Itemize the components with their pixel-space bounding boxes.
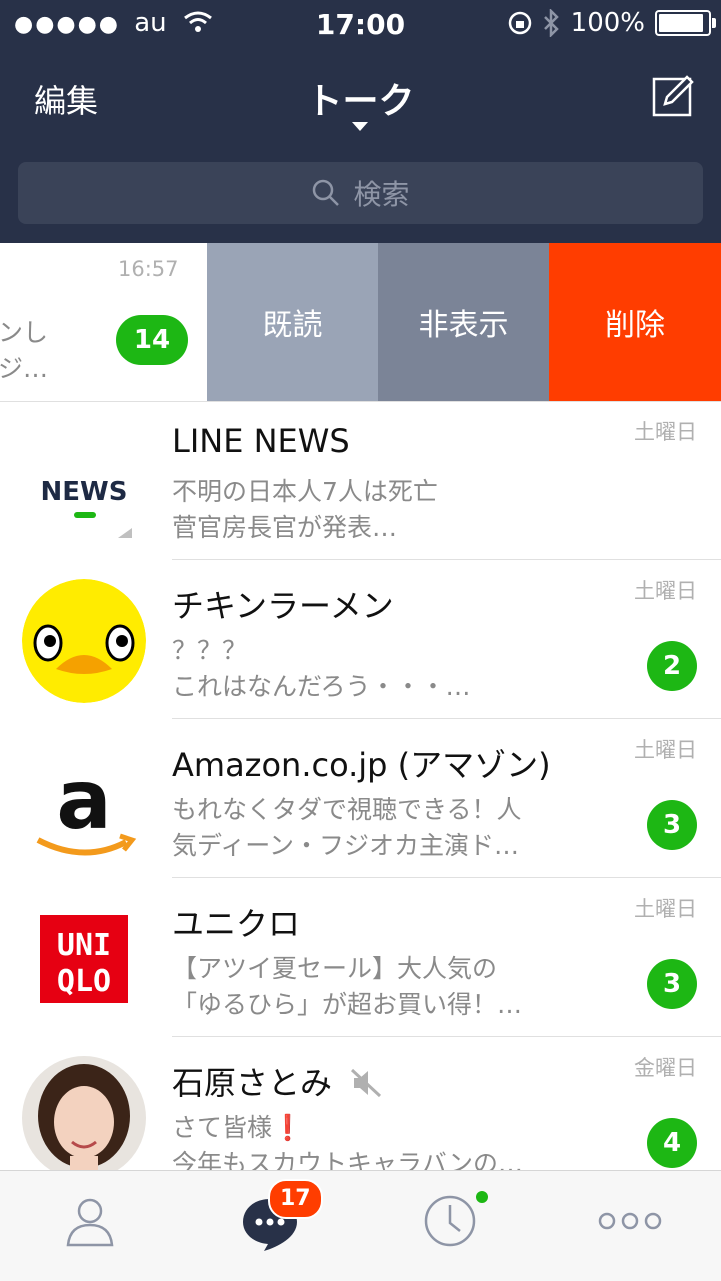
mute-icon — [351, 1068, 382, 1098]
chat-day: 土曜日 — [634, 579, 697, 603]
new-activity-dot — [476, 1191, 488, 1203]
friends-icon — [66, 1198, 114, 1247]
avatar — [22, 1056, 146, 1180]
chat-message: もれなくタダで視聴できる！人 気ディーン・フジオカ主演ド… — [172, 795, 522, 860]
rotation-lock-icon — [508, 11, 531, 35]
tab-timeline[interactable] — [360, 1171, 540, 1281]
chat-name: ユニクロ — [172, 905, 301, 943]
divider — [172, 718, 721, 719]
unread-badge: 4 — [647, 1118, 697, 1168]
swiped-chat-row[interactable]: 16:57 ンし ジ… 14 既読 非表示 削除 — [0, 243, 721, 401]
search-input[interactable]: 検索 — [18, 162, 703, 224]
chat-row-amazon[interactable]: a Amazon.co.jp (アマゾン) もれなくタダで視聴できる！人 気ディ… — [0, 720, 721, 878]
search-placeholder: 検索 — [353, 178, 410, 211]
news-logo-text: NEWS — [41, 477, 128, 507]
battery-fill — [659, 14, 703, 32]
unread-badge: 3 — [647, 800, 697, 850]
divider — [172, 559, 721, 560]
header: 編集 トーク 検索 — [0, 48, 721, 243]
timeline-icon — [424, 1195, 476, 1247]
status-bar: ●●●●● au 17:00 100% — [0, 0, 721, 48]
uniqlo-logo-icon: UNI QLO — [40, 915, 128, 1003]
chat-day: 土曜日 — [634, 897, 697, 921]
battery-percent: 100% — [570, 8, 645, 38]
bluetooth-icon — [543, 9, 559, 37]
chat-name: LINE NEWS — [172, 422, 350, 460]
tab-more[interactable] — [540, 1171, 720, 1281]
chick-character-icon — [22, 579, 146, 703]
chat-name: チキンラーメン — [172, 587, 394, 625]
uniqlo-logo-line-2: QLO — [57, 964, 111, 999]
compose-icon[interactable] — [651, 74, 695, 118]
tab-bar: 17 — [0, 1170, 721, 1281]
avatar: UNI QLO — [22, 897, 146, 1021]
chat-time: 16:57 — [118, 257, 179, 281]
chat-name: Amazon.co.jp (アマゾン) — [172, 746, 551, 784]
chat-day: 土曜日 — [634, 738, 697, 762]
unread-badge: 3 — [647, 959, 697, 1009]
amazon-logo-text: a — [56, 753, 111, 848]
chat-unread-badge: 17 — [268, 1179, 323, 1219]
mark-read-button[interactable]: 既読 — [207, 243, 378, 401]
chat-message-fragment: ンし ジ… — [0, 318, 49, 383]
chat-row-uniqlo[interactable]: UNI QLO ユニクロ 【アツイ夏セール】大人気の 「ゆるひら」が超お買い得！… — [0, 879, 721, 1037]
tab-friends[interactable] — [0, 1171, 180, 1281]
search-icon — [313, 179, 340, 206]
battery-icon — [655, 10, 716, 36]
status-right: 100% — [507, 8, 716, 38]
uniqlo-logo-line-1: UNI — [57, 928, 111, 963]
page-title[interactable]: トーク — [0, 72, 721, 124]
divider — [172, 877, 721, 878]
chat-message: 不明の日本人7人は死亡 菅官房長官が発表… — [172, 477, 438, 542]
chat-day: 金曜日 — [634, 1056, 697, 1080]
hide-button[interactable]: 非表示 — [378, 243, 549, 401]
unread-badge: 2 — [647, 641, 697, 691]
avatar: a — [22, 738, 146, 862]
chat-row-line-news[interactable]: NEWS LINE NEWS 不明の日本人7人は死亡 菅官房長官が発表… 土曜日 — [0, 402, 721, 560]
profile-photo — [22, 1056, 146, 1180]
news-logo-icon: NEWS — [41, 477, 132, 538]
unread-badge: 14 — [116, 315, 188, 365]
divider — [172, 1036, 721, 1037]
chevron-down-icon[interactable] — [352, 122, 368, 131]
delete-button[interactable]: 削除 — [549, 243, 721, 401]
chat-row-chicken-ramen[interactable]: チキンラーメン ？？？ これはなんだろう・・・… 土曜日 2 — [0, 561, 721, 719]
chat-name-text: 石原さとみ — [172, 1064, 333, 1102]
avatar — [22, 579, 146, 703]
amazon-logo-icon: a — [36, 753, 137, 856]
avatar: NEWS — [22, 420, 146, 544]
more-icon — [598, 1212, 662, 1230]
chat-name: 石原さとみ — [172, 1058, 384, 1104]
chat-message: 【アツイ夏セール】大人気の 「ゆるひら」が超お買い得！… — [172, 954, 523, 1019]
chat-message: ？？？ これはなんだろう・・・… — [172, 636, 471, 701]
chat-day: 土曜日 — [634, 420, 697, 444]
